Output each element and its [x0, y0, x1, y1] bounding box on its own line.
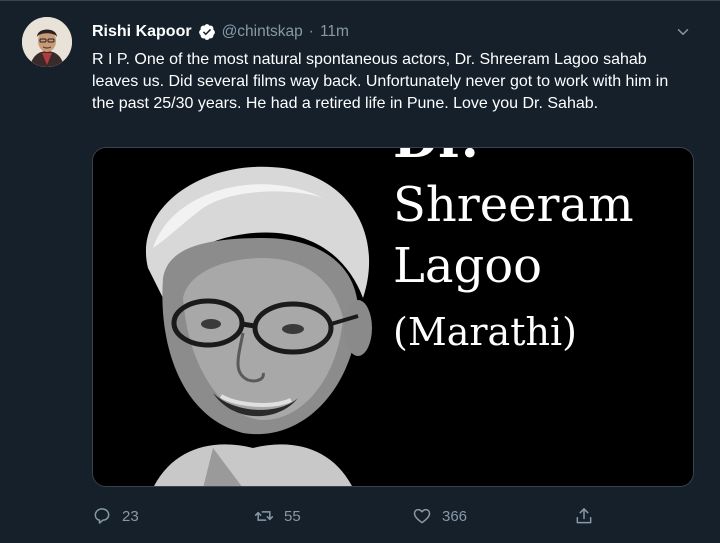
tweet-media[interactable]: Dr. Shreeram Lagoo (Marathi)	[92, 147, 694, 487]
share-button[interactable]	[574, 506, 594, 526]
author-name[interactable]: Rishi Kapoor	[92, 22, 192, 42]
caption-title-prefix: Dr.	[393, 148, 693, 168]
share-icon	[576, 508, 592, 524]
tweet-card[interactable]: Rishi Kapoor @chintskap · 11m R I P. One…	[0, 0, 720, 543]
reply-icon	[94, 508, 110, 524]
chevron-down-icon[interactable]	[674, 23, 692, 41]
heart-icon	[413, 508, 431, 524]
verified-badge-icon	[198, 23, 216, 41]
retweet-count: 55	[284, 507, 301, 525]
avatar[interactable]	[22, 17, 72, 67]
portrait-image	[93, 148, 393, 486]
tweet-actions: 23 55 366	[92, 506, 612, 528]
media-caption: Dr. Shreeram Lagoo (Marathi)	[393, 148, 693, 362]
reply-count: 23	[122, 507, 139, 525]
caption-last-name: Lagoo	[393, 238, 543, 294]
like-count: 366	[442, 507, 468, 525]
like-button[interactable]: 366	[412, 506, 467, 526]
caption-language: (Marathi)	[393, 310, 577, 354]
tweet-text: R I P. One of the most natural spontaneo…	[92, 51, 669, 112]
retweet-button[interactable]: 55	[254, 506, 301, 526]
reply-button[interactable]: 23	[92, 506, 139, 526]
caption-first-name: Shreeram	[393, 177, 634, 233]
avatar-image	[22, 17, 72, 67]
header-separator: ·	[308, 23, 314, 40]
author-handle[interactable]: @chintskap	[222, 22, 303, 42]
retweet-icon	[254, 511, 274, 521]
tweet-timestamp[interactable]: 11m	[320, 22, 349, 42]
tweet-header: Rishi Kapoor @chintskap · 11m	[92, 22, 680, 42]
